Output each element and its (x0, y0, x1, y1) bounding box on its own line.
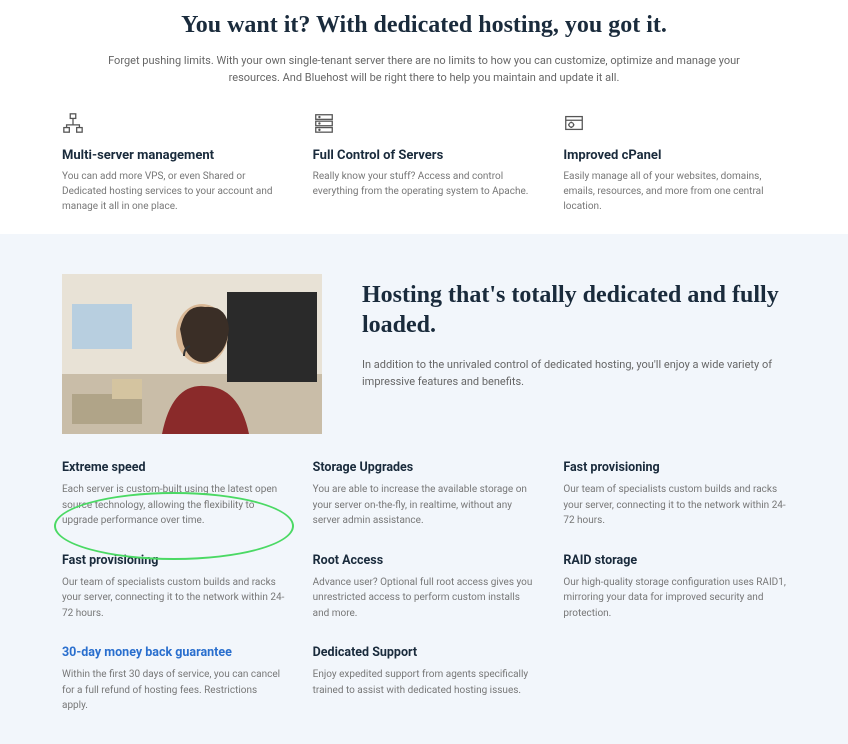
top-feature: Multi-server management You can add more… (62, 112, 285, 214)
feature-title: Extreme speed (62, 460, 285, 475)
top-feature: Improved cPanel Easily manage all of you… (563, 112, 786, 214)
feature-desc: Each server is custom-built using the la… (62, 482, 285, 529)
feature-title: Storage Upgrades (313, 460, 536, 475)
feature-desc: Our team of specialists custom builds an… (563, 482, 786, 529)
feature-raid-storage: RAID storage Our high-quality storage co… (563, 553, 786, 622)
feature-money-back: 30-day money back guarantee Within the f… (62, 645, 285, 714)
section-dedicated: Hosting that's totally dedicated and ful… (0, 234, 848, 744)
top-feature-title: Multi-server management (62, 148, 285, 163)
server-icon (313, 112, 536, 138)
feature-desc: Advance user? Optional full root access … (313, 575, 536, 622)
feature-dedicated-support: Dedicated Support Enjoy expedited suppor… (313, 645, 536, 714)
feature-extreme-speed: Extreme speed Each server is custom-buil… (62, 460, 285, 529)
feature-desc: Our team of specialists custom builds an… (62, 575, 285, 622)
top-features-row: Multi-server management You can add more… (62, 112, 786, 214)
feature-title: Fast provisioning (563, 460, 786, 475)
feature-title: Dedicated Support (313, 645, 536, 660)
feature-fast-provisioning: Fast provisioning Our team of specialist… (563, 460, 786, 529)
top-feature-desc: Really know your stuff? Access and contr… (313, 169, 536, 199)
top-feature-desc: Easily manage all of your websites, doma… (563, 169, 786, 214)
feature-title-link[interactable]: 30-day money back guarantee (62, 645, 285, 660)
feature-title: Root Access (313, 553, 536, 568)
hero-photo (62, 274, 322, 434)
network-icon (62, 112, 285, 138)
feature-storage-upgrades: Storage Upgrades You are able to increas… (313, 460, 536, 529)
section2-subtitle: In addition to the unrivaled control of … (362, 356, 786, 390)
feature-fast-provisioning-2: Fast provisioning Our team of specialist… (62, 553, 285, 622)
top-feature-title: Improved cPanel (563, 148, 786, 163)
feature-title: Fast provisioning (62, 553, 285, 568)
feature-desc: You are able to increase the available s… (313, 482, 536, 529)
features-grid: Extreme speed Each server is custom-buil… (62, 460, 786, 714)
hero-subtitle: Forget pushing limits. With your own sin… (84, 53, 764, 86)
hero-title: You want it? With dedicated hosting, you… (62, 12, 786, 39)
feature-desc: Our high-quality storage configuration u… (563, 575, 786, 622)
feature-desc: Within the first 30 days of service, you… (62, 667, 285, 714)
cpanel-icon (563, 112, 786, 138)
top-feature-desc: You can add more VPS, or even Shared or … (62, 169, 285, 214)
section2-title: Hosting that's totally dedicated and ful… (362, 280, 786, 340)
top-feature: Full Control of Servers Really know your… (313, 112, 536, 214)
feature-title: RAID storage (563, 553, 786, 568)
feature-desc: Enjoy expedited support from agents spec… (313, 667, 536, 698)
top-feature-title: Full Control of Servers (313, 148, 536, 163)
feature-root-access: Root Access Advance user? Optional full … (313, 553, 536, 622)
